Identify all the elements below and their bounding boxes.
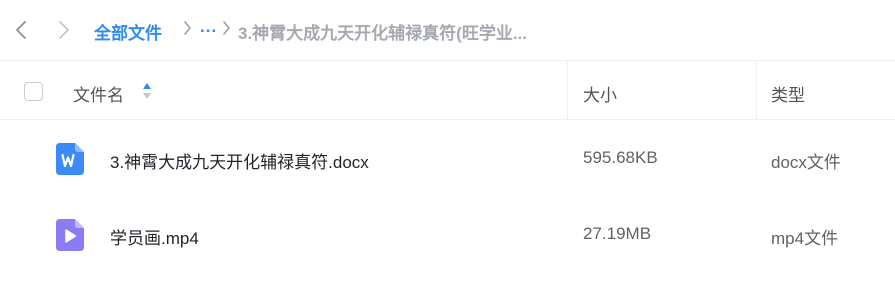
- file-size: 27.19MB: [583, 224, 652, 243]
- chevron-right-icon: [183, 20, 192, 41]
- file-row[interactable]: 学员画.mp4 27.19MB mp4文件: [0, 197, 895, 273]
- file-name[interactable]: 学员画.mp4: [110, 224, 199, 249]
- column-divider[interactable]: [567, 61, 568, 121]
- breadcrumb-root[interactable]: 全部文件: [94, 19, 162, 44]
- chevron-right-icon: [222, 20, 231, 41]
- top-navigation-bar: 全部文件 ... 3.神霄大成九天开化辅禄真符(旺学业...: [0, 0, 895, 60]
- forward-icon[interactable]: [52, 16, 76, 44]
- column-header-type[interactable]: 类型: [771, 81, 805, 106]
- file-type: mp4文件: [771, 229, 839, 248]
- back-icon[interactable]: [9, 16, 33, 44]
- file-list-header: 文件名 大小 类型: [0, 60, 895, 121]
- video-file-icon: [56, 219, 84, 251]
- word-doc-icon: [56, 143, 84, 175]
- column-divider[interactable]: [756, 61, 757, 121]
- file-row[interactable]: 3.神霄大成九天开化辅禄真符.docx 595.68KB docx文件: [0, 121, 895, 197]
- breadcrumb-current-folder: 3.神霄大成九天开化辅禄真符(旺学业...: [238, 24, 528, 43]
- select-all-checkbox[interactable]: [24, 82, 43, 101]
- file-type: docx文件: [771, 153, 841, 172]
- file-size: 595.68KB: [583, 148, 658, 167]
- column-header-size[interactable]: 大小: [583, 81, 617, 106]
- file-name[interactable]: 3.神霄大成九天开化辅禄真符.docx: [110, 148, 369, 173]
- breadcrumb-ellipsis[interactable]: ...: [200, 17, 217, 37]
- sort-icon[interactable]: [142, 82, 152, 105]
- column-header-name[interactable]: 文件名: [73, 81, 124, 106]
